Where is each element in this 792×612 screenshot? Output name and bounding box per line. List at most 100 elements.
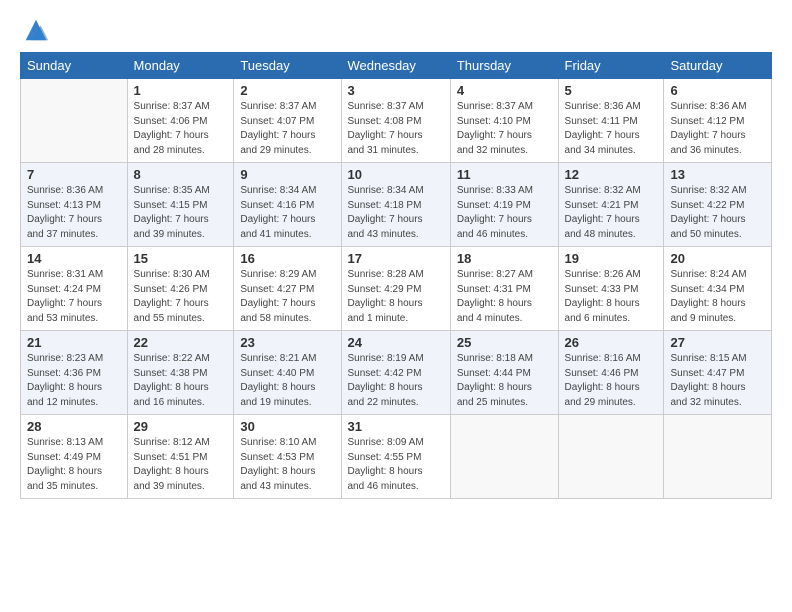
col-header-monday: Monday: [127, 53, 234, 79]
day-cell: 12 Sunrise: 8:32 AM Sunset: 4:21 PM Dayli…: [558, 163, 664, 247]
day-number: 12: [565, 167, 658, 182]
day-info: Sunrise: 8:28 AM Sunset: 4:29 PM Dayligh…: [348, 268, 444, 326]
day-cell: [450, 415, 558, 499]
day-cell: 23Sunrise: 8:21 AM Sunset: 4:40 PM Dayli…: [234, 331, 341, 415]
col-header-saturday: Saturday: [664, 53, 772, 79]
day-cell: 7 Sunrise: 8:36 AM Sunset: 4:13 PM Daylig…: [21, 163, 128, 247]
day-number: 14: [27, 251, 121, 266]
day-info: Sunrise: 8:16 AM Sunset: 4:46 PM Dayligh…: [565, 352, 658, 410]
day-number: 21: [27, 335, 121, 350]
day-cell: 14 Sunrise: 8:31 AM Sunset: 4:24 PM Dayli…: [21, 247, 128, 331]
day-cell: 15 Sunrise: 8:30 AM Sunset: 4:26 PM Dayli…: [127, 247, 234, 331]
day-cell: 27 Sunrise: 8:15 AM Sunset: 4:47 PM Dayli…: [664, 331, 772, 415]
day-number: 16: [240, 251, 334, 266]
day-cell: 6 Sunrise: 8:36 AM Sunset: 4:12 PM Daylig…: [664, 79, 772, 163]
day-info: Sunrise: 8:18 AM Sunset: 4:44 PM Dayligh…: [457, 352, 552, 410]
day-cell: 8 Sunrise: 8:35 AM Sunset: 4:15 PM Daylig…: [127, 163, 234, 247]
day-cell: 24Sunrise: 8:19 AM Sunset: 4:42 PM Dayli…: [341, 331, 450, 415]
day-cell: [21, 79, 128, 163]
col-header-wednesday: Wednesday: [341, 53, 450, 79]
day-number: 29: [134, 419, 228, 434]
day-info: Sunrise: 8:37 AM Sunset: 4:10 PM Dayligh…: [457, 100, 552, 158]
day-info: Sunrise: 8:36 AM Sunset: 4:12 PM Dayligh…: [670, 100, 765, 158]
logo-icon: [22, 16, 50, 44]
day-cell: 4Sunrise: 8:37 AM Sunset: 4:10 PM Daylig…: [450, 79, 558, 163]
day-info: Sunrise: 8:32 AM Sunset: 4:21 PM Dayligh…: [565, 184, 658, 242]
day-cell: 28 Sunrise: 8:13 AM Sunset: 4:49 PM Dayli…: [21, 415, 128, 499]
day-number: 17: [348, 251, 444, 266]
day-info: Sunrise: 8:37 AM Sunset: 4:08 PM Dayligh…: [348, 100, 444, 158]
day-info: Sunrise: 8:34 AM Sunset: 4:16 PM Dayligh…: [240, 184, 334, 242]
day-info: Sunrise: 8:32 AM Sunset: 4:22 PM Dayligh…: [670, 184, 765, 242]
col-header-thursday: Thursday: [450, 53, 558, 79]
day-info: Sunrise: 8:37 AM Sunset: 4:07 PM Dayligh…: [240, 100, 334, 158]
day-info: Sunrise: 8:19 AM Sunset: 4:42 PM Dayligh…: [348, 352, 444, 410]
week-row-4: 21 Sunrise: 8:23 AM Sunset: 4:36 PM Dayli…: [21, 331, 772, 415]
day-info: Sunrise: 8:37 AM Sunset: 4:06 PM Dayligh…: [134, 100, 228, 158]
col-header-friday: Friday: [558, 53, 664, 79]
day-number: 11: [457, 167, 552, 182]
day-info: Sunrise: 8:36 AM Sunset: 4:13 PM Dayligh…: [27, 184, 121, 242]
day-cell: [664, 415, 772, 499]
day-number: 2: [240, 83, 334, 98]
col-header-tuesday: Tuesday: [234, 53, 341, 79]
day-info: Sunrise: 8:36 AM Sunset: 4:11 PM Dayligh…: [565, 100, 658, 158]
day-cell: 30 Sunrise: 8:10 AM Sunset: 4:53 PM Dayli…: [234, 415, 341, 499]
day-cell: 3 Sunrise: 8:37 AM Sunset: 4:08 PM Daylig…: [341, 79, 450, 163]
day-cell: 18Sunrise: 8:27 AM Sunset: 4:31 PM Dayli…: [450, 247, 558, 331]
day-info: Sunrise: 8:09 AM Sunset: 4:55 PM Dayligh…: [348, 436, 444, 494]
day-cell: 21 Sunrise: 8:23 AM Sunset: 4:36 PM Dayli…: [21, 331, 128, 415]
day-cell: 9 Sunrise: 8:34 AM Sunset: 4:16 PM Daylig…: [234, 163, 341, 247]
day-number: 3: [348, 83, 444, 98]
day-number: 8: [134, 167, 228, 182]
day-cell: 19Sunrise: 8:26 AM Sunset: 4:33 PM Dayli…: [558, 247, 664, 331]
day-cell: 26Sunrise: 8:16 AM Sunset: 4:46 PM Dayli…: [558, 331, 664, 415]
day-info: Sunrise: 8:26 AM Sunset: 4:33 PM Dayligh…: [565, 268, 658, 326]
week-row-1: 1 Sunrise: 8:37 AM Sunset: 4:06 PM Daylig…: [21, 79, 772, 163]
day-info: Sunrise: 8:10 AM Sunset: 4:53 PM Dayligh…: [240, 436, 334, 494]
day-info: Sunrise: 8:33 AM Sunset: 4:19 PM Dayligh…: [457, 184, 552, 242]
day-info: Sunrise: 8:34 AM Sunset: 4:18 PM Dayligh…: [348, 184, 444, 242]
day-info: Sunrise: 8:15 AM Sunset: 4:47 PM Dayligh…: [670, 352, 765, 410]
day-cell: 2 Sunrise: 8:37 AM Sunset: 4:07 PM Daylig…: [234, 79, 341, 163]
day-cell: 25 Sunrise: 8:18 AM Sunset: 4:44 PM Dayli…: [450, 331, 558, 415]
day-number: 13: [670, 167, 765, 182]
day-cell: 17 Sunrise: 8:28 AM Sunset: 4:29 PM Dayli…: [341, 247, 450, 331]
day-info: Sunrise: 8:12 AM Sunset: 4:51 PM Dayligh…: [134, 436, 228, 494]
day-cell: 11 Sunrise: 8:33 AM Sunset: 4:19 PM Dayli…: [450, 163, 558, 247]
day-number: 6: [670, 83, 765, 98]
day-info: Sunrise: 8:30 AM Sunset: 4:26 PM Dayligh…: [134, 268, 228, 326]
col-header-sunday: Sunday: [21, 53, 128, 79]
header: [20, 16, 772, 44]
day-number: 22: [134, 335, 228, 350]
day-number: 15: [134, 251, 228, 266]
day-cell: 20 Sunrise: 8:24 AM Sunset: 4:34 PM Dayli…: [664, 247, 772, 331]
day-number: 27: [670, 335, 765, 350]
logo: [20, 16, 50, 44]
day-info: Sunrise: 8:31 AM Sunset: 4:24 PM Dayligh…: [27, 268, 121, 326]
week-row-3: 14 Sunrise: 8:31 AM Sunset: 4:24 PM Dayli…: [21, 247, 772, 331]
day-info: Sunrise: 8:24 AM Sunset: 4:34 PM Dayligh…: [670, 268, 765, 326]
day-cell: 22 Sunrise: 8:22 AM Sunset: 4:38 PM Dayli…: [127, 331, 234, 415]
day-number: 31: [348, 419, 444, 434]
day-number: 7: [27, 167, 121, 182]
day-cell: 31 Sunrise: 8:09 AM Sunset: 4:55 PM Dayli…: [341, 415, 450, 499]
day-number: 20: [670, 251, 765, 266]
day-number: 28: [27, 419, 121, 434]
day-cell: 5Sunrise: 8:36 AM Sunset: 4:11 PM Daylig…: [558, 79, 664, 163]
day-info: Sunrise: 8:13 AM Sunset: 4:49 PM Dayligh…: [27, 436, 121, 494]
day-info: Sunrise: 8:21 AM Sunset: 4:40 PM Dayligh…: [240, 352, 334, 410]
calendar-table: SundayMondayTuesdayWednesdayThursdayFrid…: [20, 52, 772, 499]
day-number: 9: [240, 167, 334, 182]
day-number: 10: [348, 167, 444, 182]
day-info: Sunrise: 8:29 AM Sunset: 4:27 PM Dayligh…: [240, 268, 334, 326]
day-info: Sunrise: 8:22 AM Sunset: 4:38 PM Dayligh…: [134, 352, 228, 410]
day-info: Sunrise: 8:35 AM Sunset: 4:15 PM Dayligh…: [134, 184, 228, 242]
day-number: 30: [240, 419, 334, 434]
day-number: 1: [134, 83, 228, 98]
day-cell: 10 Sunrise: 8:34 AM Sunset: 4:18 PM Dayli…: [341, 163, 450, 247]
day-info: Sunrise: 8:23 AM Sunset: 4:36 PM Dayligh…: [27, 352, 121, 410]
day-number: 25: [457, 335, 552, 350]
day-cell: 29 Sunrise: 8:12 AM Sunset: 4:51 PM Dayli…: [127, 415, 234, 499]
day-cell: 16 Sunrise: 8:29 AM Sunset: 4:27 PM Dayli…: [234, 247, 341, 331]
